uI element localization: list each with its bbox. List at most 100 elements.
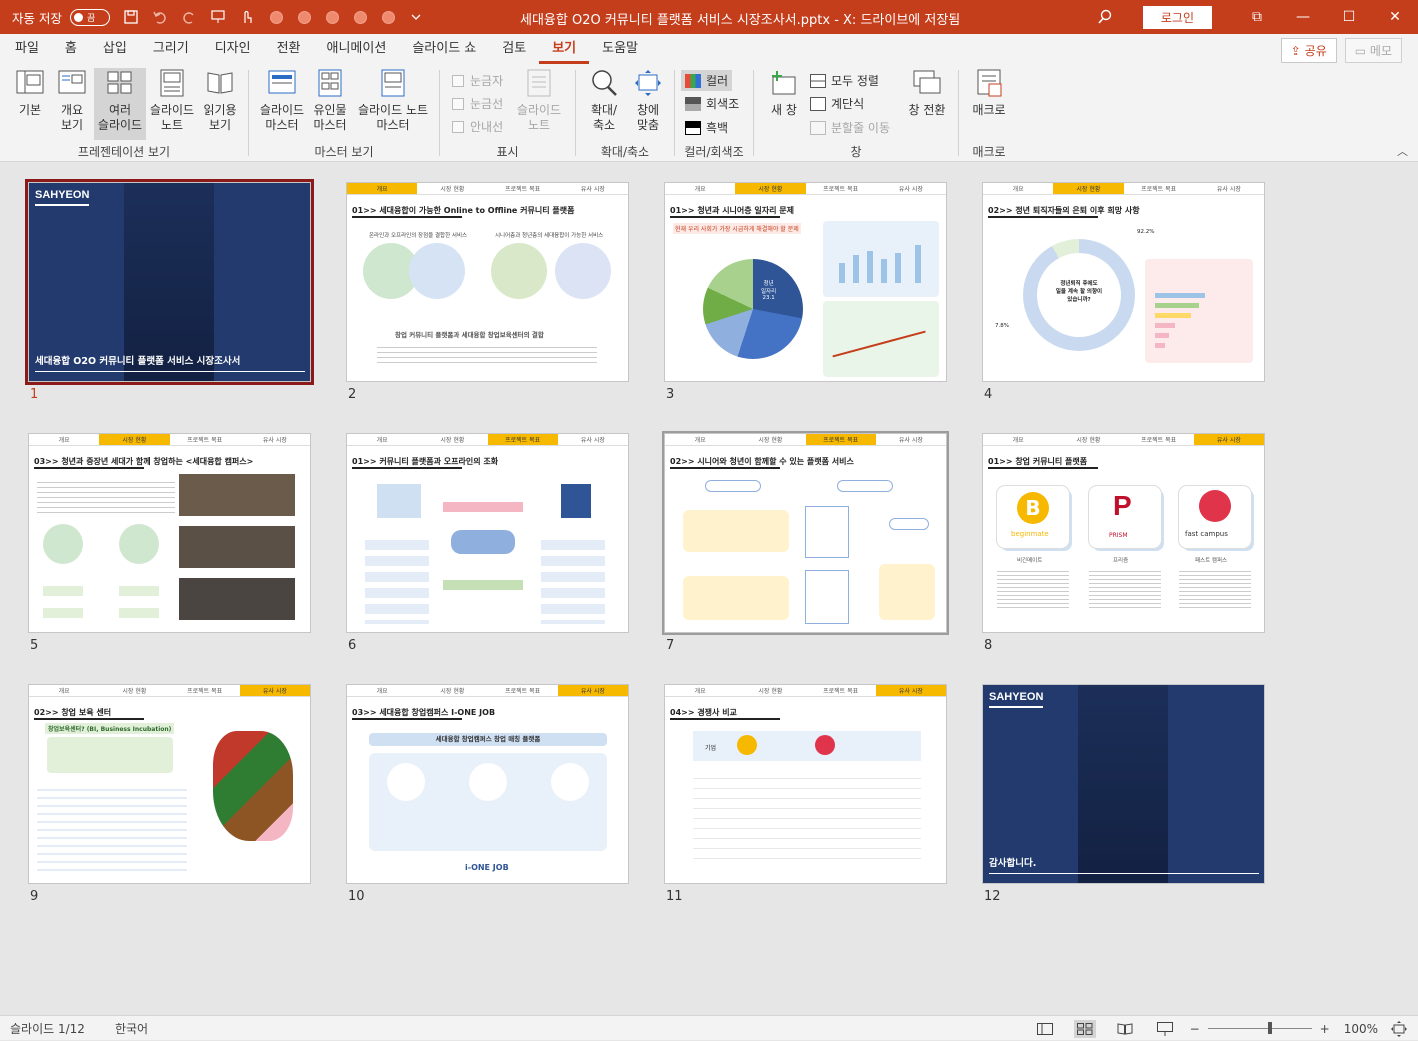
tab-draw[interactable]: 그리기 — [140, 37, 202, 64]
slide-sorter-canvas[interactable]: SAHYEON 세대융합 O2O 커뮤니티 플랫폼 서비스 시장조사서 1 개요… — [0, 163, 1418, 1015]
handout-master-button[interactable]: 유인물 마스터 — [311, 68, 349, 133]
color-button[interactable]: 컬러 — [681, 70, 733, 91]
zoom-slider[interactable] — [1207, 1022, 1312, 1034]
notes-master-icon — [378, 68, 408, 98]
new-window-icon — [769, 68, 799, 98]
move-split-button[interactable]: 분할줄 이동 — [810, 119, 890, 136]
slide-number: 6 — [348, 638, 357, 653]
ruler-checkbox[interactable]: 눈금자 — [452, 72, 503, 89]
zoom-in-icon[interactable]: + — [1320, 1022, 1330, 1036]
slide-show-icon[interactable] — [1154, 1020, 1176, 1038]
slide-thumbnail[interactable]: SAHYEON 세대융합 O2O 커뮤니티 플랫폼 서비스 시장조사서 — [25, 179, 314, 385]
memo-button[interactable]: ▭ 메모 — [1344, 38, 1402, 63]
slide-thumbnail[interactable]: 개요 시장 현황 프로젝트 목표 유사 시장 02>> 정년 퇴직자들의 은퇴 이후 … — [982, 182, 1265, 382]
tab-slide-show[interactable]: 슬라이드 쇼 — [399, 37, 489, 64]
undo-icon[interactable] — [152, 9, 168, 25]
tab-file[interactable]: 파일 — [2, 37, 52, 64]
slide-thumbnail[interactable]: 개요 시장 현황 프로젝트 목표 유사 시장 01>> 청년과 시니어층 일자리 문제… — [664, 182, 947, 382]
ribbon: 기본 개요 보기 여러 슬라이드 슬라이드 노트 읽기용 보기 프레젠테이션 보… — [0, 64, 1418, 162]
slide-thumbnail[interactable]: 개요 시장 현황 프로젝트 목표 유사 시장 02>> 시니어와 청년이 함께할 수 … — [662, 431, 949, 635]
grayscale-button[interactable]: 회색조 — [685, 95, 739, 112]
language-indicator[interactable]: 한국어 — [115, 1020, 148, 1037]
gridlines-checkbox[interactable]: 눈금선 — [452, 95, 503, 112]
fit-slide-icon[interactable] — [1388, 1020, 1410, 1038]
slide-number: 4 — [984, 387, 993, 402]
normal-view-icon[interactable] — [1034, 1020, 1056, 1038]
zoom-button[interactable]: 확대/ 축소 — [584, 68, 624, 133]
login-button[interactable]: 로그인 — [1142, 5, 1212, 29]
notes-page-button[interactable]: 슬라이드 노트 — [148, 68, 196, 133]
guides-checkbox[interactable]: 안내선 — [452, 118, 503, 135]
save-icon[interactable] — [123, 9, 139, 25]
slide-thumbnail[interactable]: 개요 시장 현황 프로젝트 목표 유사 시장 01>> 창업 커뮤니티 플랫폼 B b… — [982, 433, 1265, 633]
tab-design[interactable]: 디자인 — [202, 37, 264, 64]
slide-caption: 세대융합 O2O 커뮤니티 플랫폼 서비스 시장조사서 — [35, 356, 241, 367]
outline-view-button[interactable]: 개요 보기 — [54, 68, 90, 133]
tab-transitions[interactable]: 전환 — [264, 37, 314, 64]
slide-title: 01>> 창업 커뮤니티 플랫폼 — [988, 457, 1088, 466]
zoom-out-icon[interactable]: − — [1190, 1022, 1200, 1036]
slide-thumbnail[interactable]: 개요 시장 현황 프로젝트 목표 유사 시장 03>> 세대융합 창업캠퍼스 I-ON… — [346, 684, 629, 884]
slide-number: 7 — [666, 638, 675, 653]
document-title[interactable]: 세대융합 O2O 커뮤니티 플랫폼 서비스 시장조사서.pptx - X: 드라… — [520, 9, 960, 28]
new-window-button[interactable]: 새 창 — [762, 68, 806, 118]
macros-button[interactable]: 매크로 — [969, 68, 1009, 118]
slide-number: 12 — [984, 889, 1001, 904]
cascade-button[interactable]: 계단식 — [810, 95, 864, 112]
slide-brand: SAHYEON — [35, 189, 90, 201]
notes-master-button[interactable]: 슬라이드 노트 마스터 — [353, 68, 433, 133]
tab-review[interactable]: 검토 — [489, 37, 539, 64]
switch-windows-button[interactable]: 창 전환 — [904, 68, 950, 118]
close-icon[interactable]: ✕ — [1372, 0, 1418, 34]
group-color: 컬러 회색조 흑백 컬러/회색조 — [675, 64, 753, 162]
customize-quick-access-icon[interactable] — [408, 9, 424, 25]
fit-to-window-button[interactable]: 창에 맞춤 — [628, 68, 668, 133]
redo-icon[interactable] — [181, 9, 197, 25]
slide-thumbnail[interactable]: 개요 시장 현황 프로젝트 목표 유사 시장 03>> 청년과 중장년 세대가 함께 … — [28, 433, 311, 633]
group-show: 눈금자 눈금선 안내선 슬라이드 노트 표시 — [440, 64, 575, 162]
tab-view[interactable]: 보기 — [539, 37, 590, 64]
slide-thumbnail[interactable]: 개요 시장 현황 프로젝트 목표 유사 시장 02>> 창업 보육 센터 창업보육센터… — [28, 684, 311, 884]
tab-insert[interactable]: 삽입 — [90, 37, 140, 64]
tab-home[interactable]: 홈 — [52, 37, 90, 64]
slide-thumbnail[interactable]: 개요 시장 현황 프로젝트 목표 유사 시장 04>> 경쟁사 비교 기업 — [664, 684, 947, 884]
collapse-ribbon-icon[interactable]: ︿ — [1397, 143, 1408, 159]
group-label: 프레젠테이션 보기 — [77, 145, 171, 159]
zoom-level[interactable]: 100% — [1344, 1022, 1378, 1036]
shape-icon[interactable] — [325, 10, 339, 24]
autosave-toggle[interactable]: 끔 — [69, 8, 110, 26]
slide-number: 3 — [666, 387, 675, 402]
reading-view-icon — [205, 68, 235, 98]
normal-view-button[interactable]: 기본 — [12, 68, 48, 118]
share-button[interactable]: ⇪ 공유 — [1280, 38, 1337, 63]
arrange-all-button[interactable]: 모두 정렬 — [810, 72, 879, 89]
tab-animations[interactable]: 애니메이션 — [314, 37, 400, 64]
search-icon[interactable] — [1097, 9, 1113, 25]
slide-thumbnail[interactable]: 개요 시장 현황 프로젝트 목표 유사 시장 01>> 세대융합이 가능한 Onlin… — [346, 182, 629, 382]
ribbon-display-options-icon[interactable]: ⧉ — [1234, 0, 1280, 34]
slide-sorter-button[interactable]: 여러 슬라이드 — [94, 68, 146, 140]
shape-icon[interactable] — [297, 10, 311, 24]
tab-help[interactable]: 도움말 — [589, 37, 651, 64]
minimize-icon[interactable]: — — [1280, 0, 1326, 34]
color-icon — [685, 73, 701, 88]
macro-icon — [974, 68, 1004, 98]
maximize-icon[interactable]: ☐ — [1326, 0, 1372, 34]
vertical-scrollbar[interactable] — [1401, 163, 1418, 1015]
black-white-button[interactable]: 흑백 — [685, 119, 728, 136]
shape-icon[interactable] — [353, 10, 367, 24]
slide-master-button[interactable]: 슬라이드 마스터 — [257, 68, 307, 133]
grayscale-icon — [685, 96, 701, 111]
reading-view-icon[interactable] — [1114, 1020, 1136, 1038]
slide-thumbnail[interactable]: SAHYEON 감사합니다. — [982, 684, 1265, 884]
autosave[interactable]: 자동 저장 끔 — [12, 8, 110, 27]
shape-icon[interactable] — [381, 10, 395, 24]
presenter-icon[interactable] — [210, 9, 226, 25]
touch-mode-icon[interactable] — [239, 9, 255, 25]
notes-button[interactable]: 슬라이드 노트 — [514, 68, 564, 133]
group-window: 새 창 모두 정렬 계단식 분할줄 이동 창 전환 창 — [754, 64, 958, 162]
slide-thumbnail[interactable]: 개요 시장 현황 프로젝트 목표 유사 시장 01>> 커뮤니티 플랫폼과 오프라인의… — [346, 433, 629, 633]
reading-view-button[interactable]: 읽기용 보기 — [200, 68, 240, 133]
slide-sorter-icon[interactable] — [1073, 1019, 1096, 1038]
shape-icon[interactable] — [269, 10, 283, 24]
